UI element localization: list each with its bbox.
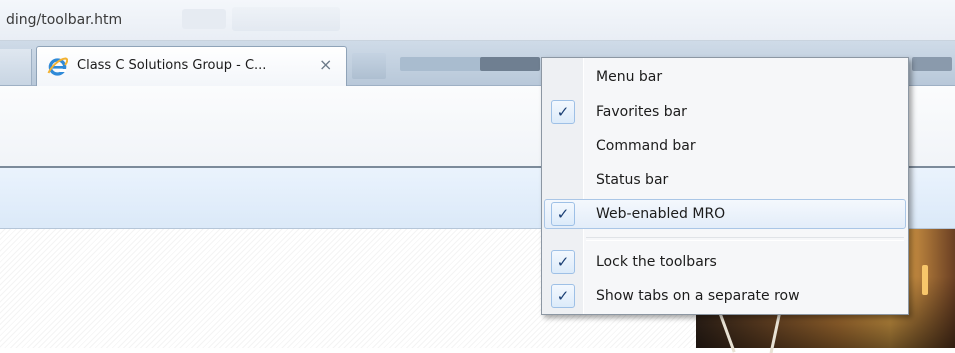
menu-item-label: Menu bar [596,69,663,85]
address-bar: ding/toolbar.htm [0,0,955,41]
menu-item-lock-toolbars[interactable]: ✓ Lock the toolbars [544,247,906,277]
menu-item-label: Show tabs on a separate row [596,288,800,304]
menu-item-menu-bar[interactable]: Menu bar [544,62,906,92]
address-bar-button[interactable] [232,7,340,31]
menu-item-label: Lock the toolbars [596,254,717,270]
menu-item-label: Favorites bar [596,104,687,120]
checkmark-icon: ✓ [551,250,575,274]
menu-item-label: Command bar [596,138,696,154]
checkmark-icon: ✓ [551,284,575,308]
menu-item-command-bar[interactable]: Command bar [544,131,906,161]
tab-active[interactable]: Class C Solutions Group - C... × [36,46,347,86]
menu-item-favorites-bar[interactable]: ✓ Favorites bar [544,97,906,127]
tab-inactive[interactable] [912,57,952,71]
menu-item-label: Web-enabled MRO [596,206,726,222]
checkmark-icon: ✓ [551,100,575,124]
menu-separator [586,237,904,241]
address-url[interactable]: ding/toolbar.htm [6,12,122,28]
street-light [922,265,928,295]
menu-item-status-bar[interactable]: Status bar [544,165,906,195]
internet-explorer-icon [47,57,68,76]
menu-item-label: Status bar [596,172,669,188]
close-icon[interactable]: × [319,56,332,74]
checkmark-icon: ✓ [551,202,575,226]
new-tab-button[interactable] [352,53,386,79]
tab-inactive[interactable] [480,57,540,71]
tab-title: Class C Solutions Group - C... [77,58,267,73]
menu-item-web-enabled-mro[interactable]: ✓ Web-enabled MRO [544,199,906,229]
address-bar-button[interactable] [182,9,226,29]
tab-scroll-left[interactable] [0,49,32,85]
toolbars-context-menu: Menu bar ✓ Favorites bar Command bar Sta… [541,57,909,315]
menu-item-show-tabs-separate-row[interactable]: ✓ Show tabs on a separate row [544,281,906,311]
